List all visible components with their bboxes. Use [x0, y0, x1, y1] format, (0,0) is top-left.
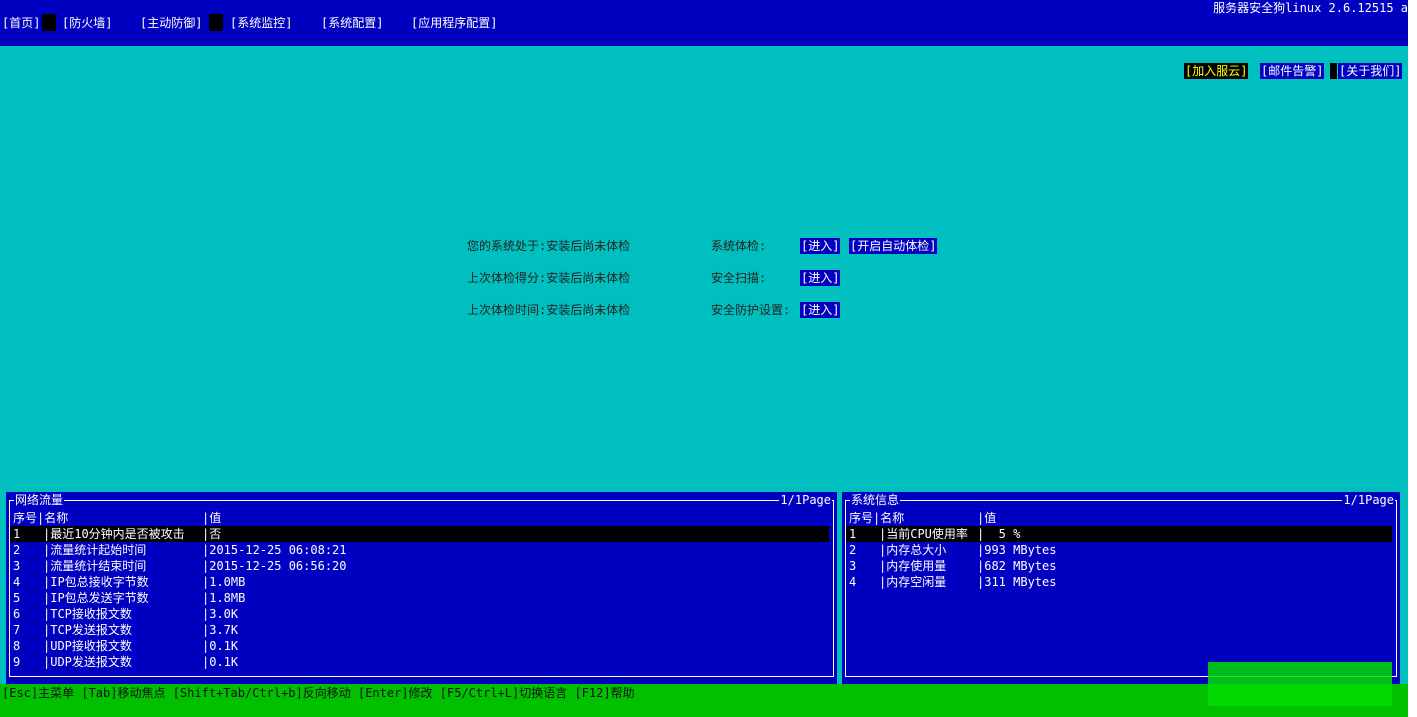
menu-home[interactable]: [首页] [2, 15, 40, 31]
row-index: 2 [13, 543, 21, 557]
table-row[interactable]: 1 |当前CPU使用率 | 5 % [846, 526, 1392, 542]
auto-check-button[interactable]: [开启自动体检] [849, 238, 938, 254]
menu-app-config[interactable]: [应用程序配置] [411, 15, 497, 31]
menu-cursor-block [42, 14, 56, 31]
row-name: |流量统计起始时间 [43, 543, 147, 557]
mail-alert-button[interactable]: [邮件告警] [1260, 63, 1325, 79]
row-index: 1 [849, 527, 857, 541]
row-name: |流量统计结束时间 [43, 559, 147, 573]
row-value: |1.0MB [202, 575, 246, 589]
row-name: |内存总大小 [879, 543, 947, 557]
top-menu-bar: [首页] [防火墙] [主动防御] [系统监控] [系统配置] [应用程序配置]… [0, 0, 1408, 46]
table-header: 序号|名称 |值 [10, 510, 833, 526]
row-index: 7 [13, 623, 21, 637]
row-name: |当前CPU使用率 [879, 527, 968, 541]
row-name: |IP包总接收字节数 [43, 575, 149, 589]
row-value: |993 MBytes [977, 543, 1057, 557]
row-name: |内存空闲量 [879, 575, 947, 589]
menu-firewall[interactable]: [防火墙] [62, 15, 112, 31]
table-header: 序号|名称 |值 [846, 510, 1396, 526]
protection-settings-enter-button[interactable]: [进入] [800, 302, 841, 318]
row-value: |0.1K [202, 639, 239, 653]
row-index: 3 [13, 559, 21, 573]
row-index: 8 [13, 639, 21, 653]
row-value: |1.8MB [202, 591, 246, 605]
menu-system-monitor[interactable]: [系统监控] [230, 15, 292, 31]
security-scan-enter-button[interactable]: [进入] [800, 270, 841, 286]
table-row[interactable]: 6 |TCP接收报文数 |3.0K [10, 606, 829, 622]
table-row[interactable]: 4 |IP包总接收字节数 |1.0MB [10, 574, 829, 590]
table-row[interactable]: 7 |TCP发送报文数 |3.7K [10, 622, 829, 638]
status-bar: [Esc]主菜单 [Tab]移动焦点 [Shift+Tab/Ctrl+b]反向移… [0, 684, 1408, 717]
table-row[interactable]: 8 |UDP接收报文数 |0.1K [10, 638, 829, 654]
window-edge [1408, 0, 1417, 717]
row-value: |682 MBytes [977, 559, 1057, 573]
panel-title: 系统信息 [850, 492, 901, 508]
panel-title: 网络流量 [14, 492, 65, 508]
row-value: | 5 % [977, 527, 1021, 541]
last-check-time-label: 上次体检时间:安装后尚未体检 [467, 303, 631, 317]
menu-active-defense[interactable]: [主动防御] [140, 15, 202, 31]
page-indicator: 1/1Page [779, 492, 832, 508]
row-name: |TCP接收报文数 [43, 607, 132, 621]
row-index: 5 [13, 591, 21, 605]
row-index: 9 [13, 655, 21, 669]
column-header-index-name: 序号|名称 [13, 511, 69, 525]
column-header-value: |值 [977, 511, 997, 525]
table-row[interactable]: 9 |UDP发送报文数 |0.1K [10, 654, 829, 670]
row-index: 6 [13, 607, 21, 621]
row-name: |IP包总发送字节数 [43, 591, 149, 605]
menu-system-config[interactable]: [系统配置] [321, 15, 383, 31]
last-score-label: 上次体检得分:安装后尚未体检 [467, 271, 631, 285]
row-value: |3.0K [202, 607, 239, 621]
system-info-panel: 系统信息 1/1Page 序号|名称 |值 1 |当前CPU使用率 | 5 % 2 |内… [842, 492, 1400, 684]
page-indicator: 1/1Page [1342, 492, 1395, 508]
row-index: 1 [13, 527, 21, 541]
row-name: |内存使用量 [879, 559, 947, 573]
table-row[interactable]: 3 |内存使用量 |682 MBytes [846, 558, 1392, 574]
security-scan-label: 安全扫描: [711, 271, 767, 285]
row-value: |0.1K [202, 655, 239, 669]
row-value: |否 [202, 527, 222, 541]
table-row[interactable]: 4 |内存空闲量 |311 MBytes [846, 574, 1392, 590]
panel-frame: 系统信息 1/1Page 序号|名称 |值 1 |当前CPU使用率 | 5 % 2 |内… [845, 492, 1397, 677]
about-us-button[interactable]: [关于我们] [1338, 63, 1403, 79]
row-name: |UDP接收报文数 [43, 639, 132, 653]
row-name: |最近10分钟内是否被攻击 [43, 527, 185, 541]
table-row[interactable]: 5 |IP包总发送字节数 |1.8MB [10, 590, 829, 606]
row-index: 2 [849, 543, 857, 557]
table-row[interactable]: 2 |流量统计起始时间 |2015-12-25 06:08:21 [10, 542, 829, 558]
row-index: 4 [849, 575, 857, 589]
row-value: |2015-12-25 06:08:21 [202, 543, 347, 557]
protection-settings-label: 安全防护设置: [711, 303, 791, 317]
table-row[interactable]: 1 |最近10分钟内是否被攻击 |否 [10, 526, 829, 542]
row-name: |UDP发送报文数 [43, 655, 132, 669]
row-value: |2015-12-25 06:56:20 [202, 559, 347, 573]
app-title: 服务器安全狗linux 2.6.12515 a [1213, 1, 1408, 15]
table-row[interactable]: 3 |流量统计结束时间 |2015-12-25 06:56:20 [10, 558, 829, 574]
row-name: |TCP发送报文数 [43, 623, 132, 637]
system-check-label: 系统体检: [711, 239, 767, 253]
system-check-enter-button[interactable]: [进入] [800, 238, 841, 254]
table-row[interactable]: 2 |内存总大小 |993 MBytes [846, 542, 1392, 558]
menu-cursor-block [209, 14, 223, 31]
row-index: 4 [13, 575, 21, 589]
row-value: |311 MBytes [977, 575, 1057, 589]
button-separator-block [1330, 63, 1337, 79]
row-value: |3.7K [202, 623, 239, 637]
panel-frame: 网络流量 1/1Page 序号|名称 |值 1 |最近10分钟内是否被攻击 |否 2 |… [9, 492, 834, 677]
status-bar-hints: [Esc]主菜单 [Tab]移动焦点 [Shift+Tab/Ctrl+b]反向移… [2, 686, 635, 700]
network-traffic-panel: 网络流量 1/1Page 序号|名称 |值 1 |最近10分钟内是否被攻击 |否 2 |… [6, 492, 837, 684]
column-header-value: |值 [202, 511, 222, 525]
join-cloud-button[interactable]: [加入服云] [1184, 63, 1249, 79]
overlay-block [1208, 662, 1392, 706]
system-state-label: 您的系统处于:安装后尚未体检 [467, 239, 631, 253]
row-index: 3 [849, 559, 857, 573]
column-header-index-name: 序号|名称 [849, 511, 905, 525]
